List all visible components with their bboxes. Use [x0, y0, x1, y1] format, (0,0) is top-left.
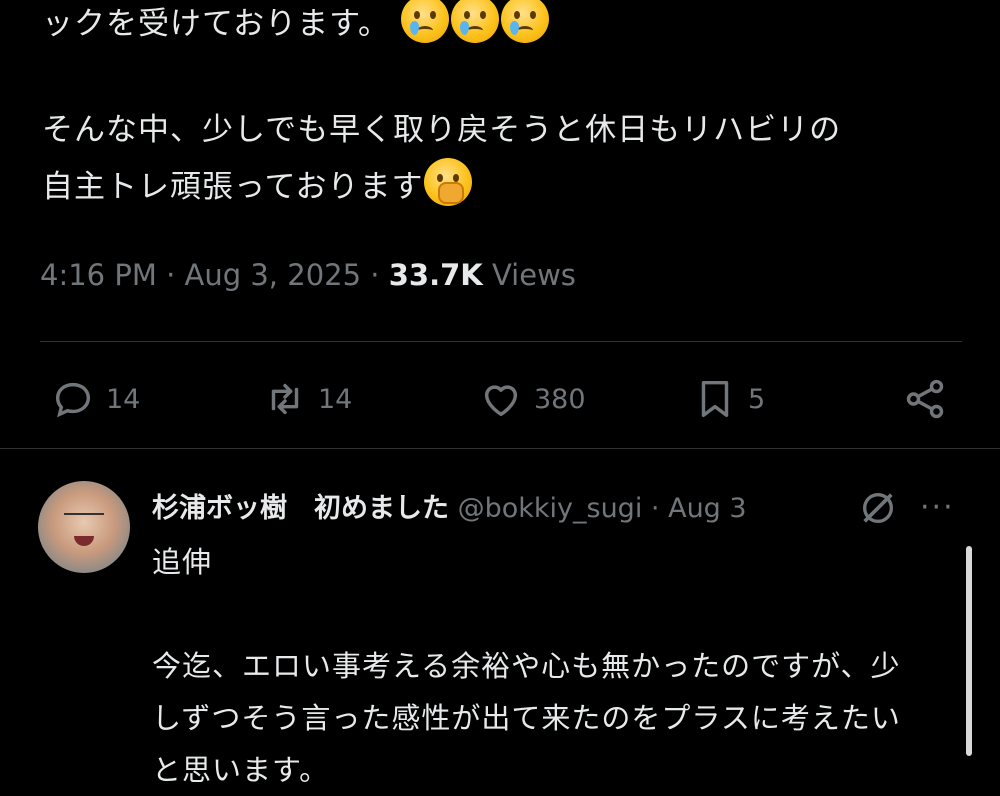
reply-line-3: 今迄、エロい事考える余裕や心も無かったのですが、少 — [152, 649, 901, 683]
more-icon[interactable]: ··· — [920, 490, 955, 525]
views-label: Views — [491, 258, 576, 292]
like-button[interactable]: 380 — [478, 374, 586, 424]
tweet-line-3: そんな中、少しでも早く取り戻そうと休日もリハビリの — [42, 112, 842, 148]
repost-icon — [271, 383, 299, 415]
tweet-line-4: 自主トレ頑張っております — [42, 158, 972, 215]
share-icon — [906, 379, 944, 419]
bookmark-count: 5 — [748, 383, 766, 415]
tweet-meta: 4:16 PM · Aug 3, 2025 · 33.7K Views — [40, 258, 576, 292]
divider — [40, 341, 962, 342]
hand-over-mouth-emoji-icon — [423, 158, 472, 206]
meta-dot: · — [370, 258, 389, 292]
reply-count: 14 — [106, 383, 141, 415]
repost-button[interactable]: 14 — [262, 374, 352, 424]
divider — [0, 448, 1000, 449]
tweet-line-1-text: ックを受けております。 — [42, 6, 390, 42]
reply-author-name[interactable]: 杉浦ボッ樹 初めました — [152, 493, 449, 524]
scrollbar[interactable] — [966, 546, 972, 756]
heart-icon — [484, 385, 518, 417]
reply-header: 杉浦ボッ樹 初めました @bokkiy_sugi · Aug 3 — [152, 486, 747, 525]
meta-dot: · — [166, 258, 185, 292]
reply-button[interactable]: 14 — [50, 374, 140, 424]
bookmark-button[interactable]: 5 — [692, 374, 765, 424]
reply-date[interactable]: Aug 3 — [668, 493, 746, 524]
avatar-mouth — [74, 536, 94, 546]
avatar[interactable] — [38, 481, 130, 573]
reply-line-1: 追伸 — [152, 545, 213, 579]
views-count: 33.7K — [388, 258, 483, 292]
like-count: 380 — [534, 383, 586, 415]
reply-line-4: しずつそう言った感性が出て来たのをプラスに考えたい — [152, 701, 901, 735]
meta-dot: · — [650, 493, 669, 524]
avatar-glasses — [64, 513, 104, 525]
grok-icon[interactable] — [858, 488, 898, 528]
share-button[interactable] — [902, 374, 958, 424]
crying-face-emoji-icon — [450, 0, 499, 43]
repost-count: 14 — [318, 383, 353, 415]
reply-blank-line — [152, 588, 972, 640]
reply-icon — [55, 382, 91, 418]
reply-line-5: と思います。 — [152, 753, 330, 787]
reply-body: 追伸 今迄、エロい事考える余裕や心も無かったのですが、少 しずつそう言った感性が… — [152, 536, 972, 796]
tweet-date[interactable]: Aug 3, 2025 — [185, 258, 362, 292]
crying-face-emoji-icon — [400, 0, 449, 43]
reply-author-handle[interactable]: @bokkiy_sugi — [458, 493, 643, 524]
crying-face-emoji-icon — [500, 0, 549, 43]
tweet-body: ックを受けております。 そんな中、少しでも早く取り戻そうと休日もリハビリの 自主… — [42, 0, 972, 215]
tweet-time[interactable]: 4:16 PM — [40, 258, 157, 292]
tweet-line-4-text: 自主トレ頑張っております — [42, 169, 424, 205]
bookmark-icon — [701, 380, 729, 418]
tweet-line-1: ックを受けております。 — [42, 0, 972, 52]
